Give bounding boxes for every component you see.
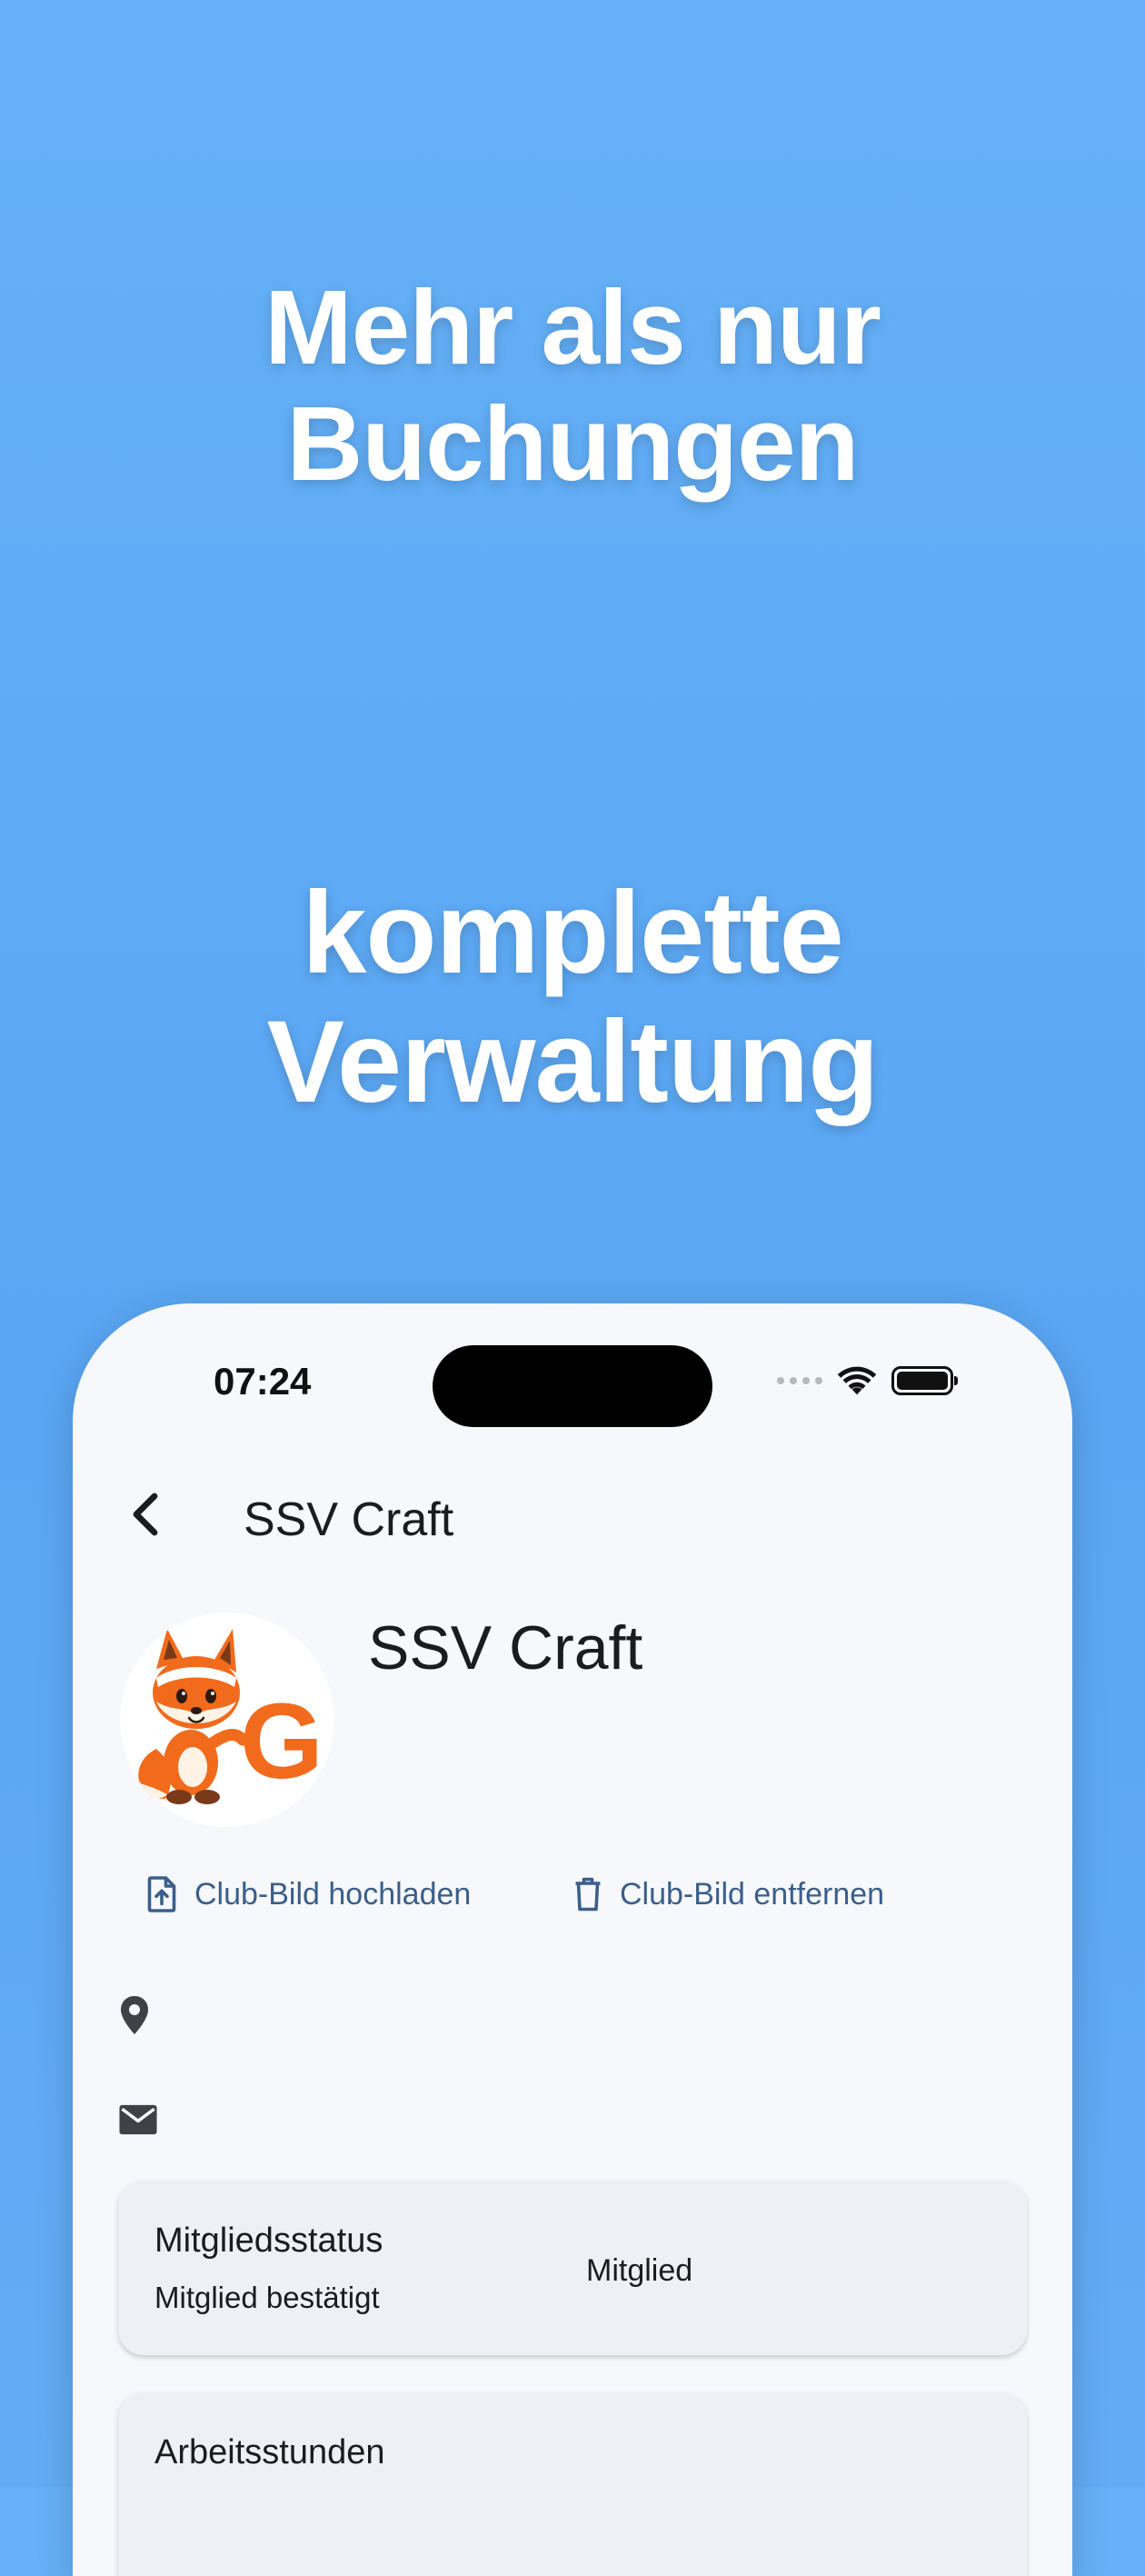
promo-headline-secondary: komplette Verwaltung (0, 869, 1145, 1127)
app-bar: SSV Craft (73, 1467, 1072, 1558)
location-pin-icon (121, 1996, 148, 2034)
page-title: SSV Craft (244, 1493, 454, 1546)
fox-mascot-logo: G (138, 1629, 324, 1804)
trash-icon (575, 1877, 601, 1912)
remove-club-image-label: Club-Bild entfernen (620, 1876, 885, 1912)
back-button[interactable] (118, 1487, 173, 1542)
work-hours-title: Arbeitsstunden (154, 2433, 385, 2471)
status-time: 07:24 (214, 1360, 312, 1403)
membership-status-card[interactable]: Mitgliedsstatus Mitglied bestätigt Mitgl… (118, 2181, 1027, 2355)
mail-icon (119, 2104, 157, 2135)
work-hours-card[interactable]: Arbeitsstunden (118, 2392, 1027, 2576)
promo-headline-line: Verwaltung (266, 997, 880, 1127)
battery-icon (891, 1366, 958, 1395)
upload-club-image-button[interactable]: Club-Bild hochladen (145, 1867, 471, 1922)
dynamic-island (433, 1345, 712, 1427)
signal-dots-icon (777, 1377, 822, 1384)
promo-headline-line: Mehr als nur (264, 268, 881, 386)
membership-status-value: Mitglied (586, 2253, 693, 2288)
club-avatar: G (120, 1612, 334, 1827)
promo-headline-line: Buchungen (286, 384, 860, 503)
promo-headline-line: komplette (302, 868, 844, 998)
wifi-icon (837, 1366, 877, 1395)
file-upload-icon (147, 1876, 176, 1912)
remove-club-image-button[interactable]: Club-Bild entfernen (572, 1867, 884, 1922)
status-icons (777, 1358, 958, 1403)
membership-status-subtitle: Mitglied bestätigt (154, 2281, 380, 2314)
svg-text:G: G (240, 1682, 324, 1802)
upload-club-image-label: Club-Bild hochladen (194, 1876, 472, 1912)
membership-status-title: Mitgliedsstatus (154, 2222, 383, 2260)
promo-headline-primary: Mehr als nur Buchungen (0, 269, 1145, 502)
chevron-left-icon (133, 1493, 158, 1536)
phone-frame: 07:24 SSV Craft G SSV Craft Club-Bild ho… (73, 1303, 1072, 2576)
club-name: SSV Craft (368, 1613, 643, 1682)
